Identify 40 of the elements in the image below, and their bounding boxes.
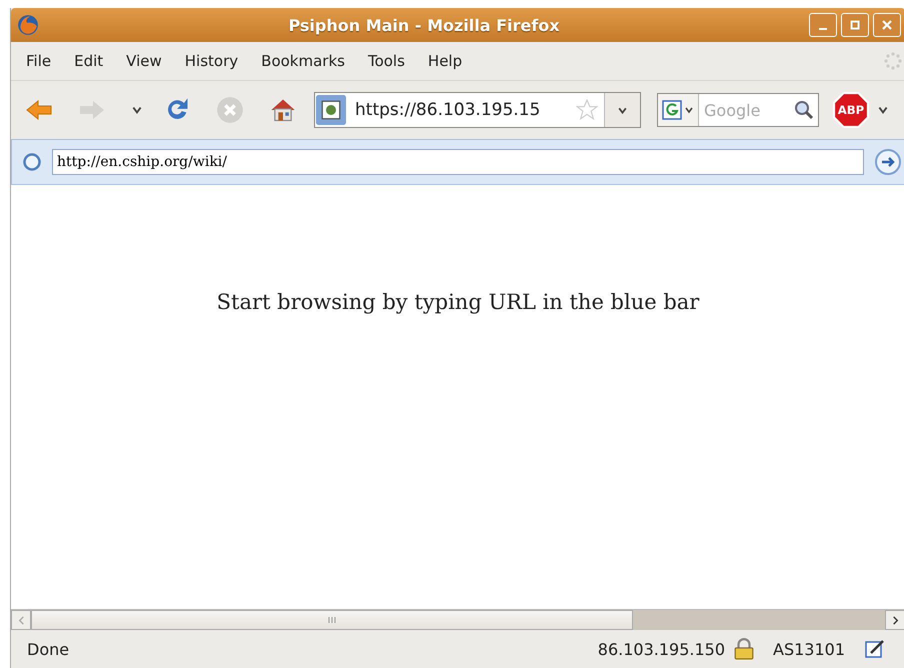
minimize-button[interactable] — [809, 13, 837, 37]
address-text: https://86.103.195.15 — [354, 100, 542, 120]
dropdown-icon[interactable] — [877, 104, 889, 116]
chevron-right-icon — [890, 616, 900, 624]
menu-item[interactable]: Tools — [356, 52, 417, 70]
close-button[interactable] — [873, 13, 901, 37]
pencil-icon[interactable] — [865, 639, 885, 659]
site-identity-icon[interactable] — [316, 95, 346, 125]
status-text: Done — [27, 640, 70, 658]
as-number: AS13101 — [773, 640, 845, 658]
menu-item[interactable]: View — [115, 52, 174, 70]
menu-item[interactable]: Bookmarks — [250, 52, 357, 70]
ip-address: 86.103.195.150 — [598, 640, 725, 658]
globe-icon — [17, 14, 39, 36]
search-icon[interactable] — [794, 100, 814, 120]
scrollbar-thumb[interactable] — [31, 610, 633, 630]
chevron-left-icon — [16, 616, 26, 624]
circle-icon — [22, 152, 42, 172]
maximize-button[interactable] — [841, 13, 869, 37]
scroll-right-button[interactable] — [885, 610, 904, 630]
window-title: Psiphon Main - Mozilla Firefox — [287, 16, 561, 34]
scroll-left-button[interactable] — [11, 610, 31, 630]
menu-item[interactable]: Help — [416, 52, 474, 70]
close-icon — [882, 20, 892, 30]
menu-item[interactable]: Edit — [63, 52, 116, 70]
url-input[interactable]: http://en.cship.org/wiki/ — [52, 149, 864, 175]
menu-item[interactable]: History — [174, 52, 250, 70]
minimize-icon — [819, 28, 827, 30]
address-field[interactable]: https://86.103.195.15 — [314, 92, 641, 128]
instruction-text: Start browsing by typing URL in the blue bar — [216, 290, 700, 316]
search-engine-icon[interactable] — [658, 94, 699, 126]
throbber-icon — [883, 51, 903, 71]
maximize-icon — [850, 20, 860, 30]
search-placeholder: Google — [703, 100, 762, 120]
star-icon[interactable] — [576, 99, 598, 121]
grip-icon — [327, 616, 337, 624]
menu-item[interactable]: File — [15, 52, 64, 70]
dropdown-icon[interactable] — [131, 104, 143, 116]
stop-sign-icon[interactable]: ABP — [833, 92, 869, 128]
padlock-icon[interactable] — [733, 638, 755, 660]
